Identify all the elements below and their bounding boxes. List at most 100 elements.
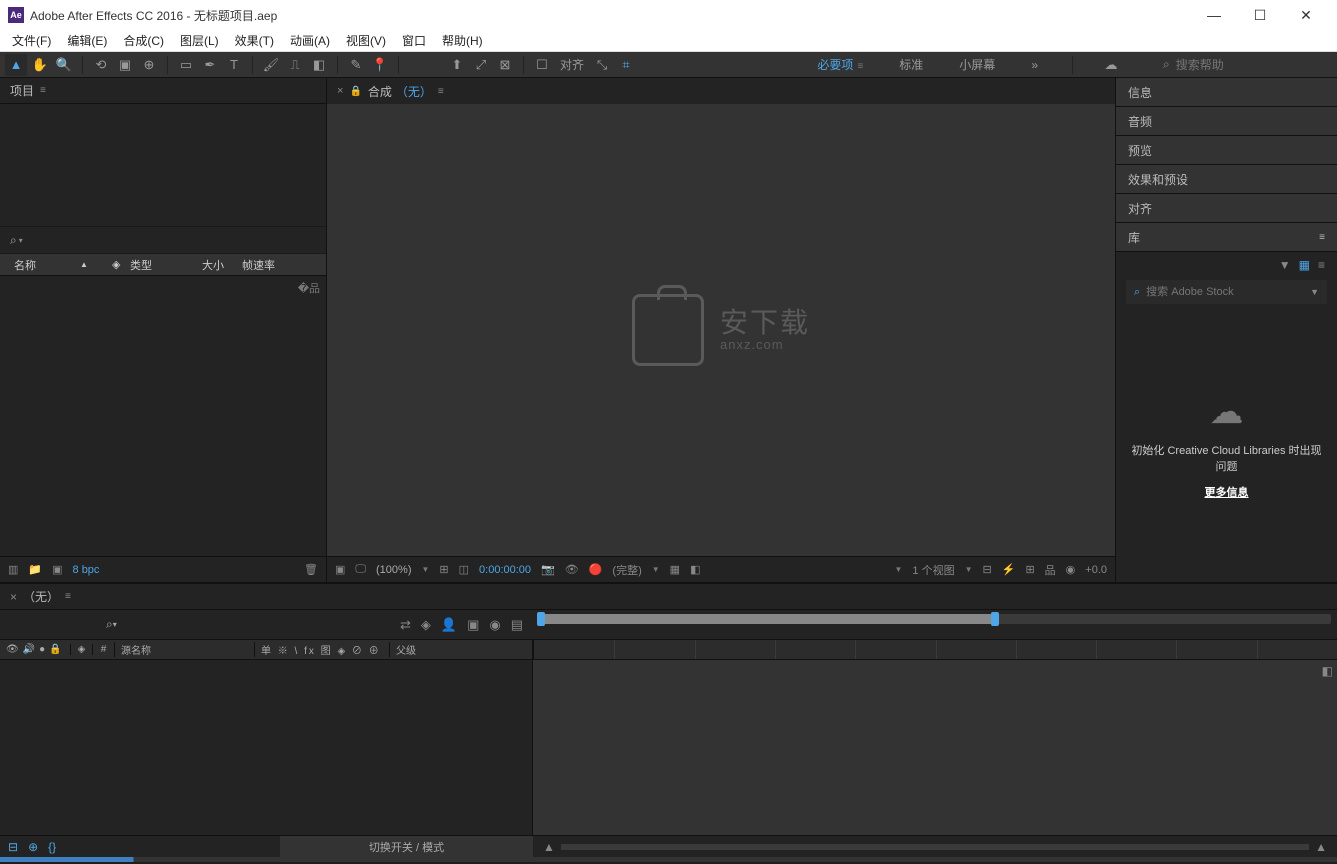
new-folder-icon[interactable]: 📁 bbox=[28, 563, 42, 576]
flowchart-icon[interactable]: 品 bbox=[1045, 562, 1056, 578]
workspace-small[interactable]: 小屏幕 bbox=[951, 56, 1003, 73]
workspace-essentials[interactable]: 必要项≡ bbox=[809, 56, 871, 73]
project-panel-menu-icon[interactable]: ≡ bbox=[40, 85, 47, 96]
axis-view-icon[interactable]: ⊠ bbox=[494, 54, 516, 76]
brush-tool[interactable]: 🖌 bbox=[260, 54, 282, 76]
sync-settings-icon[interactable]: ☁ bbox=[1100, 54, 1122, 76]
fast-preview-icon[interactable]: ⚡ bbox=[1002, 563, 1016, 576]
roto-brush-tool[interactable]: ✎ bbox=[345, 54, 367, 76]
toggle-switches-modes-button[interactable]: 切换开关 / 模式 bbox=[280, 836, 533, 857]
flowchart-icon[interactable]: �品 bbox=[298, 280, 320, 296]
menu-layer[interactable]: 图层(L) bbox=[174, 30, 225, 51]
new-comp-icon[interactable]: ▣ bbox=[52, 563, 62, 576]
workspace-more[interactable]: » bbox=[1023, 58, 1046, 72]
library-search-input[interactable] bbox=[1146, 286, 1304, 298]
menu-edit[interactable]: 编辑(E) bbox=[61, 30, 113, 51]
frame-blend-icon[interactable]: ▣ bbox=[467, 617, 479, 633]
timeline-panel-menu-icon[interactable]: ≡ bbox=[65, 591, 71, 602]
parent-column[interactable]: 父级 bbox=[389, 642, 532, 657]
selection-tool[interactable]: ▲ bbox=[5, 54, 27, 76]
lock-icon[interactable]: 🔒 bbox=[349, 86, 361, 97]
panel-info[interactable]: 信息 bbox=[1116, 78, 1337, 107]
zoom-tool[interactable]: 🔍 bbox=[53, 54, 75, 76]
timeline-layer-list[interactable] bbox=[0, 660, 533, 835]
bpc-button[interactable]: 8 bpc bbox=[73, 564, 100, 576]
pan-behind-tool[interactable]: ⊕ bbox=[138, 54, 160, 76]
lib-search-dropdown-icon[interactable]: ▼ bbox=[1310, 287, 1319, 297]
timeline-zoom-slider[interactable]: ▲ ▲ bbox=[533, 840, 1337, 854]
library-panel-menu-icon[interactable]: ≡ bbox=[1319, 232, 1325, 243]
snap-grid-icon[interactable]: ⌗ bbox=[615, 54, 637, 76]
transparency-grid-icon[interactable]: ▦ bbox=[670, 563, 680, 576]
panel-audio[interactable]: 音频 bbox=[1116, 107, 1337, 136]
project-item-list[interactable]: �品 bbox=[0, 276, 326, 556]
channel-icon[interactable]: 🔴 bbox=[589, 563, 603, 576]
graph-editor-icon[interactable]: ▤ bbox=[511, 617, 523, 633]
audio-column-icon[interactable]: 🔊 bbox=[23, 644, 35, 655]
minimize-button[interactable]: — bbox=[1191, 0, 1237, 30]
navigator-start-handle[interactable] bbox=[537, 612, 545, 626]
menu-file[interactable]: 文件(F) bbox=[6, 30, 57, 51]
axis-world-icon[interactable]: ⤢ bbox=[470, 54, 492, 76]
more-info-link[interactable]: 更多信息 bbox=[1205, 484, 1249, 500]
resolution-label[interactable]: (完整) bbox=[612, 562, 641, 578]
delete-icon[interactable]: 🗑 bbox=[304, 563, 318, 576]
draft-3d-icon[interactable]: ◈ bbox=[421, 617, 431, 633]
help-search[interactable]: ⌕ bbox=[1163, 57, 1333, 72]
clone-stamp-tool[interactable]: ⎍ bbox=[284, 54, 306, 76]
resolution-icon[interactable]: ⊞ bbox=[439, 563, 448, 576]
timeline-icon[interactable]: ⊞ bbox=[1025, 563, 1034, 576]
axis-local-icon[interactable]: ⬆ bbox=[446, 54, 468, 76]
comp-marker-icon[interactable]: ◧ bbox=[1322, 664, 1333, 678]
toggle-brackets-icon[interactable]: {} bbox=[48, 840, 56, 854]
project-tab[interactable]: 项目 bbox=[10, 82, 34, 99]
menu-view[interactable]: 视图(V) bbox=[340, 30, 392, 51]
solo-column-icon[interactable]: ● bbox=[39, 644, 45, 655]
current-time[interactable]: 0:00:00:00 bbox=[479, 564, 531, 576]
video-column-icon[interactable]: 👁 bbox=[6, 644, 19, 655]
always-preview-icon[interactable]: ▣ bbox=[335, 563, 345, 576]
library-search[interactable]: ⌕ ▼ bbox=[1126, 280, 1327, 304]
snap-option-icon[interactable]: ⤡ bbox=[591, 54, 613, 76]
reset-exposure-icon[interactable]: ◉ bbox=[1066, 563, 1076, 576]
comp-panel-menu-icon[interactable]: ≡ bbox=[438, 86, 444, 97]
menu-animation[interactable]: 动画(A) bbox=[284, 30, 336, 51]
lock-column-icon[interactable]: 🔒 bbox=[49, 644, 61, 655]
pen-tool[interactable]: ✒ bbox=[199, 54, 221, 76]
workspace-standard[interactable]: 标准 bbox=[891, 56, 931, 73]
menu-help[interactable]: 帮助(H) bbox=[436, 30, 489, 51]
lib-grid-view-icon[interactable]: ▦ bbox=[1299, 258, 1310, 272]
menu-composition[interactable]: 合成(C) bbox=[117, 30, 170, 51]
project-search[interactable]: ⌕▾ bbox=[0, 226, 326, 254]
orbit-tool[interactable]: ⟲ bbox=[90, 54, 112, 76]
lib-dropdown-icon[interactable]: ▼ bbox=[1279, 258, 1291, 272]
label-column-icon[interactable]: ◈ bbox=[70, 644, 92, 655]
pixel-aspect-icon[interactable]: ⊟ bbox=[983, 563, 992, 576]
composition-viewer[interactable]: 安下载 anxz.com bbox=[327, 104, 1115, 556]
mask-icon[interactable]: ◧ bbox=[690, 563, 700, 576]
timeline-search[interactable]: ⌕▾ bbox=[106, 617, 117, 632]
comp-mini-flowchart-icon[interactable]: ⇄ bbox=[400, 617, 411, 633]
toggle-switches-icon[interactable]: ⊟ bbox=[8, 840, 18, 854]
hide-shy-icon[interactable]: 👤 bbox=[441, 617, 457, 633]
maximize-button[interactable]: ☐ bbox=[1237, 0, 1283, 30]
close-tab-icon[interactable]: × bbox=[10, 590, 17, 604]
panel-align[interactable]: 对齐 bbox=[1116, 194, 1337, 223]
roi-icon[interactable]: ◫ bbox=[459, 563, 469, 576]
magnification-icon[interactable]: 🖵 bbox=[355, 563, 366, 576]
menu-effect[interactable]: 效果(T) bbox=[229, 30, 280, 51]
panel-library[interactable]: 库 ≡ bbox=[1116, 223, 1337, 252]
timeline-track-area[interactable]: ◧ bbox=[533, 660, 1337, 835]
show-snapshot-icon[interactable]: 👁 bbox=[565, 563, 579, 576]
close-tab-icon[interactable]: × bbox=[337, 85, 343, 97]
panel-effects-presets[interactable]: 效果和预设 bbox=[1116, 165, 1337, 194]
toggle-transfer-icon[interactable]: ⊕ bbox=[28, 840, 38, 854]
snap-checkbox[interactable]: ☐ bbox=[531, 54, 553, 76]
camera-tool[interactable]: ▣ bbox=[114, 54, 136, 76]
interpret-footage-icon[interactable]: ▥ bbox=[8, 563, 18, 576]
source-name-column[interactable]: 源名称 bbox=[114, 642, 254, 657]
help-search-input[interactable] bbox=[1176, 58, 1256, 72]
eraser-tool[interactable]: ◧ bbox=[308, 54, 330, 76]
zoom-value[interactable]: (100%) bbox=[376, 564, 411, 576]
navigator-end-handle[interactable] bbox=[991, 612, 999, 626]
